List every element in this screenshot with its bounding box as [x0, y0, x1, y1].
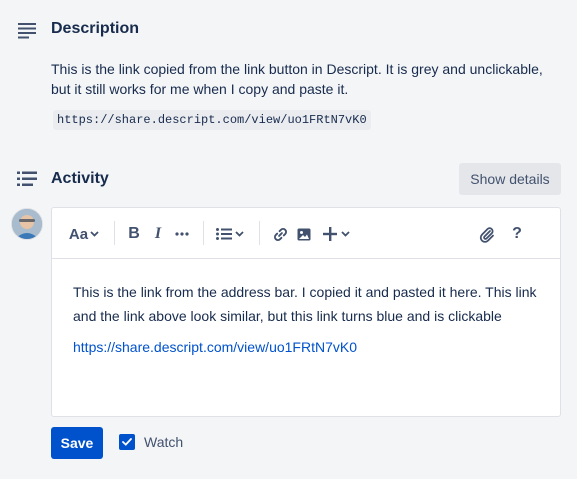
watch-label: Watch — [144, 434, 184, 450]
description-code-link: https://share.descript.com/view/uo1FRtN7… — [53, 110, 371, 130]
image-button[interactable] — [294, 223, 314, 245]
activity-icon — [17, 171, 37, 186]
checkmark-icon — [122, 438, 132, 446]
help-icon: ? — [512, 225, 522, 242]
bullet-list-button[interactable] — [214, 223, 246, 245]
chevron-down-icon — [90, 231, 99, 237]
attachment-icon — [479, 226, 494, 243]
italic-button[interactable]: I — [148, 223, 168, 245]
more-formatting-button[interactable] — [172, 223, 192, 245]
user-avatar-icon — [12, 209, 42, 239]
chevron-down-icon — [340, 231, 350, 237]
chevron-down-icon — [235, 231, 244, 237]
insert-plus-icon — [322, 227, 337, 241]
bold-button[interactable]: B — [124, 223, 144, 245]
image-icon — [297, 228, 311, 240]
bullet-list-icon — [216, 228, 232, 240]
editor-body-text[interactable]: This is the link from the address bar. I… — [73, 280, 543, 328]
link-button[interactable] — [270, 223, 290, 245]
toolbar-divider — [203, 221, 204, 245]
toolbar-divider — [259, 221, 260, 245]
link-icon — [273, 227, 287, 241]
avatar[interactable] — [11, 208, 43, 240]
editor-link[interactable]: https://share.descript.com/view/uo1FRtN7… — [73, 339, 357, 355]
insert-button[interactable] — [319, 223, 353, 245]
show-details-button[interactable]: Show details — [459, 163, 561, 195]
editor-toolbar: Aa B I ? — [52, 208, 560, 259]
more-formatting-icon — [175, 232, 189, 236]
bold-icon: B — [128, 225, 140, 242]
activity-title: Activity — [51, 170, 109, 187]
toolbar-divider — [114, 221, 115, 245]
watch-checkbox[interactable] — [119, 434, 135, 450]
text-style-button[interactable]: Aa — [67, 223, 101, 245]
watch-toggle[interactable]: Watch — [119, 434, 183, 450]
description-icon — [18, 23, 36, 39]
save-button[interactable]: Save — [51, 427, 103, 459]
description-text[interactable]: This is the link copied from the link bu… — [51, 59, 556, 99]
attachment-button[interactable] — [476, 223, 498, 245]
help-button[interactable]: ? — [507, 223, 527, 245]
comment-editor[interactable]: Aa B I ? This is the link from the addre… — [51, 207, 561, 417]
italic-icon: I — [154, 225, 162, 242]
description-title: Description — [51, 20, 140, 37]
text-style-label: Aa — [68, 225, 89, 243]
